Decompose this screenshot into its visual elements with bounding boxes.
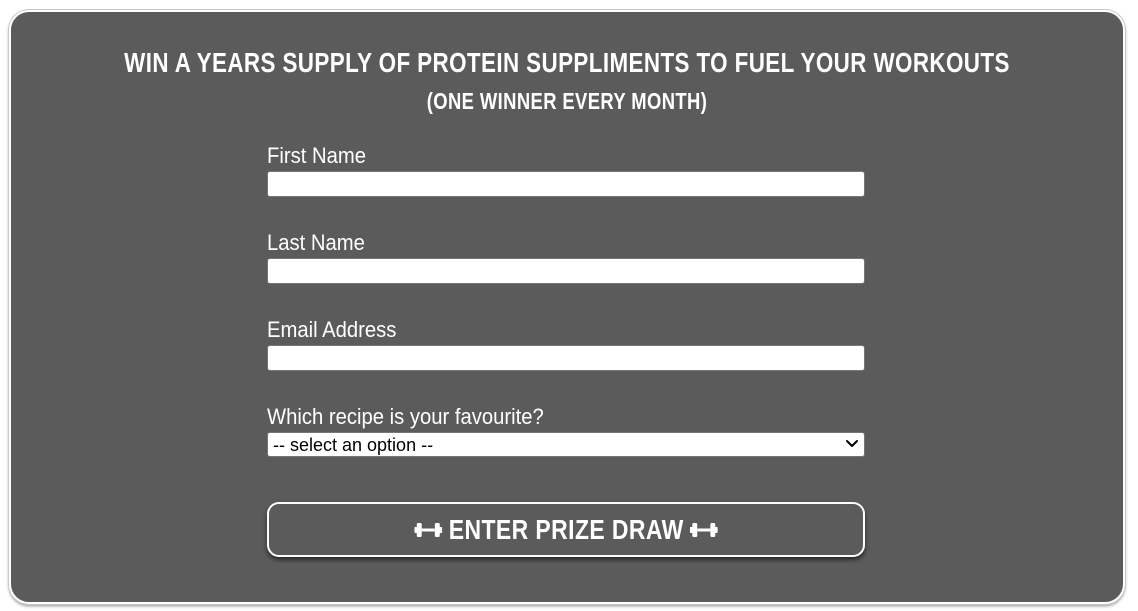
email-field[interactable] bbox=[267, 345, 865, 371]
recipe-select-value: -- select an option -- bbox=[273, 435, 434, 455]
chevron-down-icon bbox=[846, 440, 858, 447]
recipe-select[interactable]: -- select an option -- bbox=[267, 432, 865, 457]
dumbbell-icon bbox=[414, 522, 442, 537]
last-name-label: Last Name bbox=[267, 230, 365, 255]
email-label: Email Address bbox=[267, 317, 397, 342]
dumbbell-icon bbox=[690, 522, 718, 537]
enter-prize-draw-button[interactable]: ENTER PRIZE DRAW bbox=[267, 502, 865, 557]
enter-prize-draw-label: ENTER PRIZE DRAW bbox=[448, 513, 684, 545]
page-title: WIN A YEARS SUPPLY OF PROTEIN SUPPLIMENT… bbox=[124, 47, 1010, 78]
first-name-field[interactable] bbox=[267, 171, 865, 197]
first-name-label: First Name bbox=[267, 143, 366, 168]
last-name-field[interactable] bbox=[267, 258, 865, 284]
recipe-label: Which recipe is your favourite? bbox=[267, 404, 544, 429]
prize-draw-card: WIN A YEARS SUPPLY OF PROTEIN SUPPLIMENT… bbox=[9, 10, 1125, 604]
page-subtitle: (ONE WINNER EVERY MONTH) bbox=[426, 88, 708, 114]
